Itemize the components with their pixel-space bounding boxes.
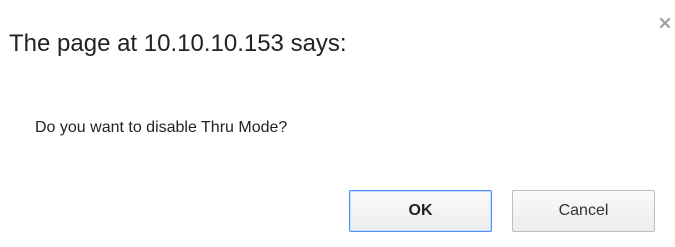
close-icon[interactable] <box>658 16 672 30</box>
close-icon-graphic <box>659 17 671 29</box>
ok-button[interactable]: OK <box>349 190 492 232</box>
dialog-message: Do you want to disable Thru Mode? <box>35 119 288 136</box>
dialog-title: The page at 10.10.10.153 says: <box>9 30 347 57</box>
cancel-button[interactable]: Cancel <box>512 190 655 232</box>
alert-dialog: The page at 10.10.10.153 says: Do you wa… <box>0 0 675 247</box>
